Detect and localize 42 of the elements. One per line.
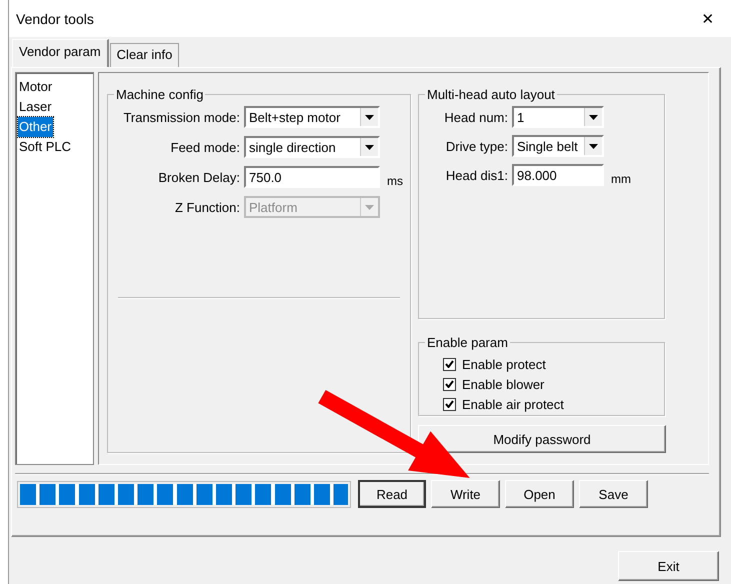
caret-icon [584,108,602,126]
caret-icon [360,138,378,156]
checkbox[interactable] [443,358,456,370]
field-label: Head dis1: [444,168,508,182]
group-title: Machine config [115,87,204,102]
input-field[interactable]: 98.000 [512,164,604,186]
dropdown[interactable]: 1 [512,106,604,128]
unit-label: ms [386,174,404,188]
dropdown[interactable]: single direction [244,136,380,158]
dropdown[interactable]: Belt+step motor [244,106,380,128]
checkbox[interactable] [443,378,456,390]
field-label: Feed mode: [170,140,240,154]
tab[interactable]: Vendor param [12,39,109,67]
field-label: Broken Delay: [157,170,240,184]
field-label: Head num: [443,110,508,124]
input-field[interactable]: 750.0 [244,166,380,188]
checkbox-label: Enable air protect [462,396,564,412]
action-button[interactable]: Write [431,480,500,508]
group-title: Multi-head auto layout [426,87,556,102]
field-label: Drive type: [444,138,508,154]
list-item[interactable]: Soft PLC [18,137,72,157]
list-item[interactable]: Laser [18,97,53,117]
checkbox-label: Enable blower [462,376,544,392]
caret-icon [584,137,602,155]
action-button[interactable]: Save [579,480,648,508]
dropdown[interactable]: Single belt [512,135,604,157]
action-button[interactable]: Read [358,480,426,508]
group-title: Enable param [426,335,509,350]
modify-password-button[interactable]: Modify password [418,425,666,453]
field-label: Transmission mode: [122,110,240,124]
action-button[interactable]: Open [505,480,574,508]
list-item[interactable]: Motor [18,77,54,97]
caret-icon [360,108,378,126]
field-label: Z Function: [174,200,240,214]
exit-button[interactable]: Exit [618,551,719,581]
list-item[interactable]: Other [18,117,53,137]
close-button[interactable]: ✕ [693,10,723,28]
checkbox[interactable] [443,398,456,410]
window-title: Vendor tools [16,10,94,26]
checkbox-label: Enable protect [462,356,546,372]
unit-label: mm [610,172,632,186]
tab[interactable]: Clear info [110,43,180,67]
